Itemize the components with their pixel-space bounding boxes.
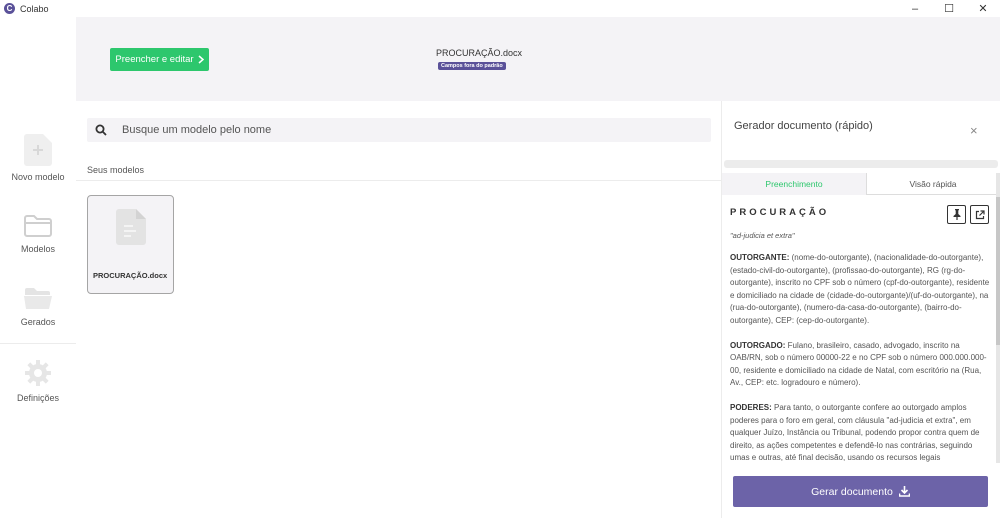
chevron-right-icon [198, 55, 204, 64]
window-controls: – ☐ ✕ [898, 0, 1000, 17]
template-card[interactable]: PROCURAÇÃO.docx [87, 195, 174, 294]
pin-button[interactable] [947, 205, 966, 224]
fill-and-edit-label: Preencher e editar [115, 54, 194, 65]
status-badge: Campos fora do padrão [438, 62, 506, 70]
divider [76, 180, 721, 181]
app-title: Colabo [20, 3, 49, 14]
quick-generator-panel: Gerador documento (rápido) × Preenchimen… [721, 101, 1000, 518]
pin-icon [953, 209, 960, 220]
fill-and-edit-button[interactable]: Preencher e editar [110, 48, 209, 71]
sidebar-divider [0, 343, 76, 344]
paragraph-heading: PODERES: [730, 402, 772, 412]
paragraph-text: (nome-do-outorgante), (nacionalidade-do-… [730, 253, 990, 325]
paragraph-heading: OUTORGANTE: [730, 253, 790, 262]
sidebar-item-generated[interactable]: Gerados [0, 287, 76, 327]
section-title: Seus modelos [87, 165, 145, 175]
sidebar-item-settings[interactable]: Definições [0, 359, 76, 403]
generate-document-label: Gerar documento [811, 485, 893, 498]
new-document-icon [24, 134, 52, 166]
maximize-button[interactable]: ☐ [932, 0, 966, 17]
sidebar-item-label: Gerados [20, 317, 56, 327]
app-logo: C [4, 3, 15, 14]
tab-fill[interactable]: Preenchimento [722, 173, 866, 195]
sidebar-item-label: Definições [16, 393, 60, 403]
external-link-icon [975, 209, 985, 219]
document-subtitle: "ad-judicia et extra" [730, 231, 795, 240]
template-name: PROCURAÇÃO.docx [93, 271, 168, 280]
open-external-button[interactable] [970, 205, 989, 224]
sidebar: Novo modelo Modelos Gerados Definições [0, 17, 76, 518]
tab-quick-view[interactable]: Visão rápida [866, 173, 999, 195]
close-window-button[interactable]: ✕ [966, 0, 1000, 17]
folder-open-icon [24, 288, 52, 309]
document-icon [116, 209, 146, 250]
sidebar-item-label: Novo modelo [11, 172, 65, 182]
paragraph-poderes: PODERES: Para tanto, o outorgante confer… [730, 402, 994, 463]
progress-bar [724, 160, 998, 168]
download-icon [898, 486, 910, 497]
paragraph-outorgante: OUTORGANTE: (nome-do-outorgante), (nacio… [730, 252, 994, 328]
scrollbar-thumb[interactable] [996, 197, 1000, 345]
panel-title: Gerador documento (rápido) [734, 120, 873, 132]
title-bar: C Colabo – ☐ ✕ [0, 0, 1000, 17]
paragraph-heading: OUTORGADO: [730, 340, 786, 350]
gear-icon [25, 360, 51, 386]
close-icon[interactable]: × [970, 123, 978, 138]
top-banner: Preencher e editar PROCURAÇÃO.docx Campo… [76, 17, 1000, 101]
document-actions [947, 205, 989, 224]
sidebar-item-new-model[interactable]: Novo modelo [0, 134, 76, 182]
panel-tabs: Preenchimento Visão rápida [722, 173, 1000, 195]
sidebar-item-models[interactable]: Modelos [0, 214, 76, 254]
paragraph-outorgado: OUTORGADO: Fulano, brasileiro, casado, a… [730, 340, 994, 390]
folder-icon [24, 215, 52, 237]
search-bar [87, 118, 711, 142]
current-document-name: PROCURAÇÃO.docx [436, 48, 523, 58]
search-input[interactable] [122, 124, 682, 136]
sidebar-item-label: Modelos [20, 244, 56, 254]
minimize-button[interactable]: – [898, 0, 932, 17]
generate-document-button[interactable]: Gerar documento [733, 476, 988, 507]
search-icon [87, 124, 115, 136]
document-preview: PROCURAÇÃO "ad-judicia et extra" OUTORGA… [730, 205, 994, 463]
